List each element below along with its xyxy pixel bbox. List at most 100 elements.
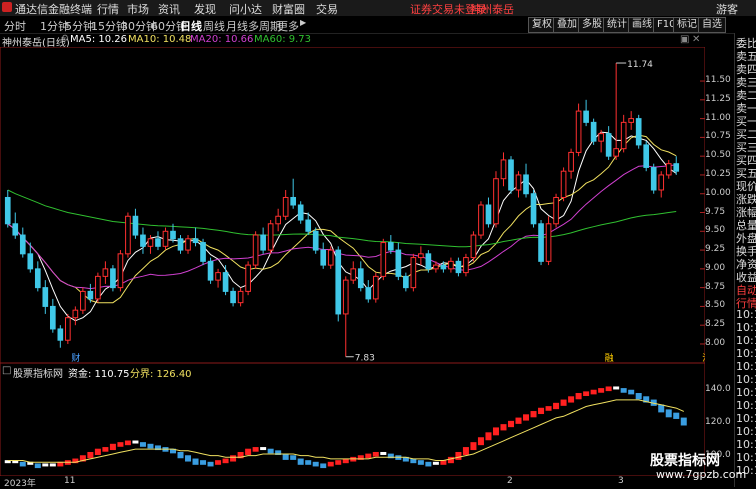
candle-body — [312, 230, 319, 251]
indicator-bar — [87, 451, 94, 459]
multi-stock-button[interactable]: 多股 — [578, 17, 606, 33]
sidebar-label[interactable]: 10:1 — [736, 438, 756, 451]
candle-body — [650, 166, 657, 191]
candle-body — [478, 204, 484, 236]
sidebar-label[interactable]: 10:1 — [736, 399, 756, 412]
indicator-axis-label: 140.0 — [705, 384, 731, 395]
indicator-bar — [523, 414, 530, 421]
sidebar-label[interactable]: 10:1 — [736, 425, 756, 438]
candle-body — [42, 287, 49, 307]
period-monthly[interactable]: 月线 — [226, 18, 248, 34]
candle-body — [508, 159, 514, 191]
candle-body — [290, 196, 297, 206]
sidebar-label[interactable]: 10:1 — [736, 347, 756, 360]
candlestick-chart[interactable]: 11.74 7.83 财 融 港 — [0, 47, 705, 363]
candle-body — [87, 290, 94, 300]
candle-body — [372, 275, 379, 300]
candle-body — [342, 279, 349, 315]
menu-bar: 通达信金融终端 行情 市场 资讯 发现 问小达 财富圈 交易 证券交易未登录 神… — [0, 0, 756, 17]
candle-body — [500, 159, 507, 180]
period-daily[interactable]: 日线 — [180, 18, 202, 34]
indicator-bar — [553, 402, 560, 410]
indicator-bar — [192, 458, 199, 465]
candle-body — [357, 268, 364, 289]
menu-item-exchange[interactable]: 市场 — [127, 1, 149, 17]
sidebar-label[interactable]: 10:1 — [736, 321, 756, 334]
candle-body — [658, 174, 665, 191]
period-more[interactable]: 更多 — [277, 18, 299, 34]
indicator-bar — [185, 455, 192, 462]
overlay-button[interactable]: 叠加 — [553, 17, 581, 33]
candle-body — [12, 223, 19, 236]
menu-item-news[interactable]: 资讯 — [158, 1, 180, 17]
sidebar-label[interactable]: 10:1 — [736, 451, 756, 464]
indicator-bar — [230, 455, 237, 462]
indicator-bar — [492, 427, 499, 436]
menu-item-wealth[interactable]: 财富圈 — [272, 1, 305, 17]
candle-body — [65, 317, 71, 341]
indicator-bar — [613, 386, 620, 390]
sidebar-label[interactable]: 10:1 — [736, 386, 756, 399]
indicator-bar — [598, 388, 605, 393]
stock-name: 神州泰岳 — [470, 3, 514, 16]
price-axis-label: 8.25 — [705, 319, 726, 330]
indicator-bar — [147, 443, 154, 449]
price-axis-label: 8.75 — [705, 281, 726, 292]
indicator-bar — [327, 461, 334, 467]
menu-item-trade[interactable]: 交易 — [316, 1, 338, 17]
favorite-button[interactable]: 自选 — [698, 17, 726, 33]
adjust-button[interactable]: 复权 — [528, 17, 556, 33]
indicator-bar — [583, 391, 590, 397]
user-label[interactable]: 游客 — [716, 1, 738, 17]
candle-body — [245, 264, 251, 292]
candle-body — [493, 178, 499, 225]
candle-body — [635, 118, 642, 146]
candle-body — [147, 238, 154, 247]
ma20-label: MA20: 10.66 — [190, 34, 254, 45]
candle-body — [162, 230, 169, 247]
indicator-bar — [477, 437, 484, 446]
indicator-bar — [139, 442, 146, 447]
more-arrow-icon[interactable]: ▶ — [300, 18, 306, 27]
candle-body — [230, 290, 236, 304]
mark-button[interactable]: 标记 — [673, 17, 701, 33]
period-5min[interactable]: 5分钟 — [65, 18, 94, 34]
menu-item-discover[interactable]: 发现 — [194, 1, 216, 17]
sidebar-label[interactable]: 10:1 — [736, 360, 756, 373]
candle-body — [19, 234, 26, 255]
candle-body — [590, 121, 597, 142]
price-axis-label: 11.00 — [705, 112, 731, 123]
candle-body — [425, 253, 432, 270]
date-label-feb: 2 — [507, 476, 513, 486]
candle-body — [177, 238, 184, 251]
draw-button[interactable]: 画线 — [628, 17, 656, 33]
candle-body — [380, 242, 387, 277]
menu-item-assistant[interactable]: 问小达 — [229, 1, 262, 17]
sidebar-label[interactable]: 10:1 — [736, 373, 756, 386]
menu-item-market[interactable]: 行情 — [97, 1, 119, 17]
close-icon[interactable]: ✕ — [692, 34, 700, 45]
settings-icon[interactable]: ⚙ — [61, 34, 69, 44]
candle-body — [553, 196, 559, 225]
period-timeshare[interactable]: 分时 — [4, 18, 26, 34]
grid-icon[interactable]: ▣ — [680, 34, 689, 45]
period-weekly[interactable]: 周线 — [203, 18, 225, 34]
candle-body — [140, 234, 146, 247]
candle-body — [665, 163, 672, 176]
price-axis-label: 10.50 — [705, 150, 731, 161]
candle-body — [515, 174, 522, 191]
indicator-axis-label: 120.0 — [705, 416, 731, 427]
indicator-bar — [252, 447, 259, 452]
stats-button[interactable]: 统计 — [603, 17, 631, 33]
indicator-chart[interactable] — [0, 363, 705, 476]
sidebar-label[interactable]: 10:1 — [736, 412, 756, 425]
sidebar-label[interactable]: 10:1 — [736, 334, 756, 347]
indicator-bar — [320, 463, 327, 469]
watermark-title: 股票指标网 — [650, 453, 720, 469]
candle-body — [267, 223, 274, 251]
indicator-bar — [290, 455, 297, 460]
indicator-bar — [372, 451, 379, 457]
candle-body — [440, 264, 447, 270]
sidebar-label[interactable]: 10:1 — [736, 308, 756, 321]
candle-body — [327, 249, 334, 266]
